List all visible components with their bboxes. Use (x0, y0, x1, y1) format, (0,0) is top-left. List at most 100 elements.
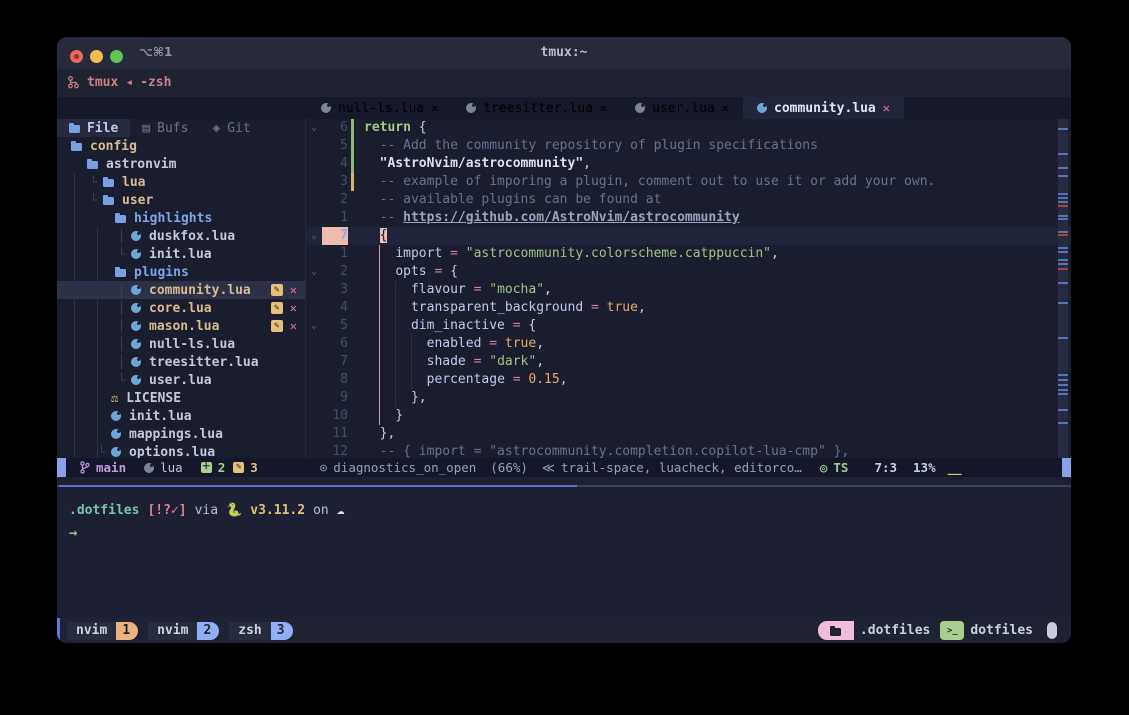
code-line[interactable]: 10 } (306, 407, 1071, 425)
prompt-arrow[interactable]: → (69, 525, 77, 541)
tree-item-community.lua[interactable]: │community.lua✎✕ (57, 281, 305, 299)
neotree-source-bufs[interactable]: ▤Bufs (130, 119, 200, 137)
folder-icon (71, 143, 82, 151)
code-line[interactable]: 3 flavour = "mocha", (306, 281, 1071, 299)
close-file-icon[interactable]: ✕ (290, 302, 297, 314)
code-line[interactable]: 4 "AstroNvim/astrocommunity", (306, 155, 1071, 173)
shell-pane[interactable]: .dotfiles [!?✓] via 🐍 v3.11.2 on ☁ → (57, 487, 1071, 618)
diagnostics-scrollbar[interactable] (1058, 119, 1068, 458)
tree-item-user[interactable]: └user (57, 191, 305, 209)
lua-icon (131, 321, 141, 331)
folder-icon (103, 179, 114, 187)
scrollbar-mark (1058, 337, 1068, 339)
code-line[interactable]: 8 percentage = 0.15, (306, 371, 1071, 389)
close-buffer-icon[interactable]: ✕ (600, 101, 607, 115)
tmux-window-nvim-1[interactable]: nvim1 (67, 622, 138, 640)
close-file-icon[interactable]: ✕ (290, 284, 297, 296)
git-sign-column (351, 137, 356, 155)
fold-marker-icon[interactable]: ⌄ (306, 119, 322, 137)
scrollbar-mark (1058, 268, 1068, 270)
tree-item-label: user (122, 193, 153, 208)
code-line[interactable]: ⌄6return { (306, 119, 1071, 137)
code-line[interactable]: 1 import = "astrocommunity.colorscheme.c… (306, 245, 1071, 263)
lua-icon (131, 231, 141, 241)
tree-item-lua[interactable]: └lua (57, 173, 305, 191)
code-line[interactable]: 12 -- { import = "astrocommunity.complet… (306, 443, 1071, 458)
fold-marker-icon[interactable]: ⌄ (306, 263, 322, 281)
lua-icon (757, 103, 767, 113)
tree-item-label: init.lua (149, 247, 212, 262)
tmux-window-zsh-3[interactable]: zsh3 (229, 622, 292, 640)
tmux-window-name[interactable]: tmux (87, 75, 118, 90)
scrollbar-mark (1058, 282, 1068, 284)
close-buffer-icon[interactable]: ✕ (883, 101, 890, 115)
tmux-window-nvim-2[interactable]: nvim2 (148, 622, 219, 640)
window-title: tmux:~ (57, 45, 1071, 60)
tree-item-duskfox.lua[interactable]: │duskfox.lua (57, 227, 305, 245)
tree-item-plugins[interactable]: plugins (57, 263, 305, 281)
tree-guide: └ (118, 373, 125, 387)
editor[interactable]: ⌄6return {5 -- Add the community reposit… (306, 119, 1071, 458)
code-line[interactable]: ⌄2 opts = { (306, 263, 1071, 281)
tree-item-LICENSE[interactable]: ⚖LICENSE (57, 389, 305, 407)
git-sign-column (351, 425, 356, 443)
lua-icon (131, 303, 141, 313)
buffer-tab-user.lua[interactable]: user.lua✕ (621, 97, 743, 119)
close-buffer-icon[interactable]: ✕ (722, 101, 729, 115)
close-file-icon[interactable]: ✕ (290, 320, 297, 332)
tree-item-label: core.lua (149, 301, 212, 316)
code-line[interactable]: 9 }, (306, 389, 1071, 407)
modified-icon: ✎ (233, 462, 244, 473)
line-number: 3 (322, 281, 348, 299)
folder-icon (830, 628, 841, 636)
code-line[interactable]: 3 -- example of imporing a plugin, comme… (306, 173, 1071, 191)
code-line[interactable]: ⌄5 dim_inactive = { (306, 317, 1071, 335)
code-line[interactable]: 6 enabled = true, (306, 335, 1071, 353)
buffer-tab-treesitter.lua[interactable]: treesitter.lua ✕ (452, 97, 621, 119)
code-line[interactable]: 4 transparent_background = true, (306, 299, 1071, 317)
fold-marker-icon[interactable]: ⌄ (306, 227, 322, 245)
lua-icon (131, 339, 141, 349)
tree-guide: │ (118, 319, 125, 333)
tree-item-highlights[interactable]: highlights (57, 209, 305, 227)
tree-guide: │ (118, 355, 125, 369)
git-diamond-icon: ◈ (212, 121, 220, 136)
tree-item-core.lua[interactable]: │core.lua✎✕ (57, 299, 305, 317)
tree-item-user.lua[interactable]: └user.lua (57, 371, 305, 389)
code-line[interactable]: 2 -- available plugins can be found at (306, 191, 1071, 209)
tree-item-astronvim[interactable]: astronvim (57, 155, 305, 173)
buffer-tab-community.lua[interactable]: community.lua✕ (743, 97, 904, 119)
code-line[interactable]: 7 shade = "dark", (306, 353, 1071, 371)
neotree-source-file[interactable]: File (57, 119, 130, 137)
tree-guide: └ (98, 445, 105, 459)
folder-icon (103, 197, 114, 205)
scrollbar-mark (1058, 389, 1068, 391)
neotree-source-git[interactable]: ◈Git (200, 119, 262, 137)
line-number: 7 (322, 227, 348, 245)
fold-marker-icon (306, 209, 322, 227)
tree-item-treesitter.lua[interactable]: │treesitter.lua (57, 353, 305, 371)
line-number: 2 (322, 263, 348, 281)
desktop: ⌥⌘1 tmux:~ tmux ◂ -zsh null-ls.lua✕trees… (0, 0, 1129, 715)
lua-icon (111, 429, 121, 439)
tree-item-init.lua[interactable]: init.lua (57, 407, 305, 425)
shell-prompt: .dotfiles [!?✓] via 🐍 v3.11.2 on ☁ (69, 503, 345, 518)
folder-segment-icon (818, 621, 854, 640)
close-buffer-icon[interactable]: ✕ (431, 101, 438, 115)
code-line[interactable]: ⌄7 { (306, 227, 1071, 245)
tree-item-config[interactable]: config (57, 137, 305, 155)
folder-icon (69, 125, 80, 133)
tree-item-null-ls.lua[interactable]: │null-ls.lua (57, 335, 305, 353)
code-line[interactable]: 1 -- https://github.com/AstroNvim/astroc… (306, 209, 1071, 227)
buffer-tab-null-ls.lua[interactable]: null-ls.lua✕ (307, 97, 452, 119)
fold-marker-icon[interactable]: ⌄ (306, 317, 322, 335)
code-line[interactable]: 5 -- Add the community repository of plu… (306, 137, 1071, 155)
tree-item-init.lua[interactable]: └init.lua (57, 245, 305, 263)
git-branch[interactable]: main (80, 460, 126, 475)
tree-item-mason.lua[interactable]: │mason.lua✎✕ (57, 317, 305, 335)
buffer-tab-label: treesitter.lua (483, 101, 593, 116)
statusline: main lua ＋ 2 ✎ 3 ⊙ diagnostics_on_open (… (57, 458, 1071, 477)
tree-item-mappings.lua[interactable]: mappings.lua (57, 425, 305, 443)
fold-marker-icon (306, 155, 322, 173)
code-line[interactable]: 11 }, (306, 425, 1071, 443)
